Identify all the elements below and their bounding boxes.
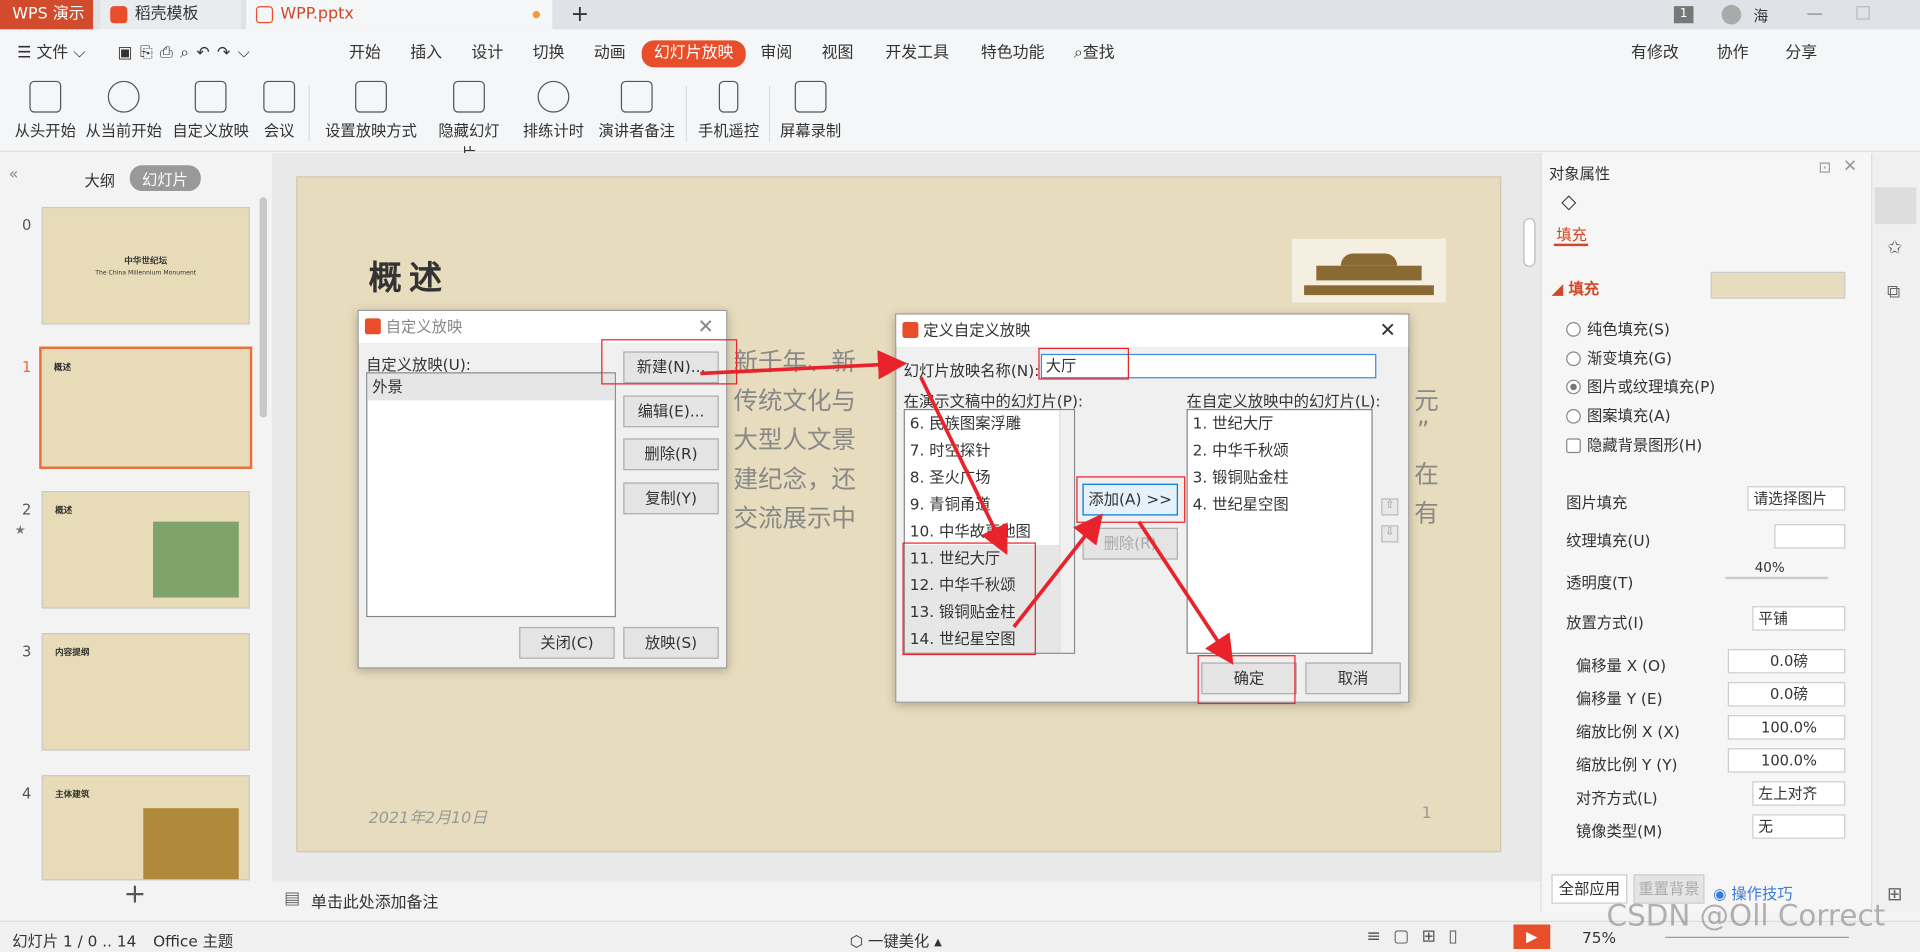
cube-icon: ⬡ (849, 931, 864, 951)
offset-x-input[interactable]: 0.0磅 (1727, 648, 1846, 674)
solid-fill-radio[interactable]: 纯色填充(S) (1566, 316, 1670, 339)
align-dropdown[interactable]: 左上对齐 (1752, 781, 1846, 806)
play-slideshow-button[interactable]: ▶ (1513, 924, 1551, 949)
fill-bucket-icon: ◇ (1561, 189, 1577, 214)
offset-y-label: 偏移量 Y (E) (1575, 689, 1663, 708)
beautify-label: 一键美化 (868, 931, 930, 951)
zoom-slider[interactable] (1665, 936, 1849, 938)
pattern-fill-label: 图案填充(A) (1586, 406, 1671, 425)
fill-section-header[interactable]: ◢ 填充 (1551, 276, 1599, 299)
radio-icon (1566, 408, 1581, 424)
arrow (1012, 513, 1103, 629)
close-icon[interactable]: ✕ (1843, 157, 1857, 177)
magic-icon[interactable]: ✩ (1887, 236, 1902, 258)
offset-y-input[interactable]: 0.0磅 (1727, 682, 1846, 707)
transparency-slider[interactable] (1725, 576, 1829, 580)
slide-count: 幻灯片 1 / 0 .. 14 (12, 931, 137, 951)
view-mode-icons[interactable]: ≡▢⊞▯ (1367, 927, 1470, 947)
pane-title[interactable]: 对象属性 (1549, 160, 1610, 183)
fill-preview-dropdown[interactable] (1710, 271, 1846, 299)
radio-icon (1566, 379, 1581, 395)
theme-name[interactable]: Office 主题 (153, 928, 233, 951)
placement-label: 放置方式(I) (1566, 613, 1644, 632)
picture-fill-dropdown[interactable]: 请选择图片 (1747, 486, 1846, 511)
lock-icon[interactable]: ⊡ (1818, 158, 1831, 176)
mirror-dropdown[interactable]: 无 (1752, 814, 1846, 839)
mirror-label: 镜像类型(M) (1575, 821, 1663, 841)
arrow (700, 350, 908, 380)
transparency-label: 透明度(T) (1566, 573, 1634, 592)
notes-icon: ▤ (284, 888, 301, 909)
notes-area[interactable]: ▤ 单击此处添加备注 (271, 881, 1541, 919)
object-properties-pane: 对象属性 ⊡ ✕ ◇ 填充 ◢ 填充 纯色填充(S) 渐变填充(G) 图片或纹理… (1540, 153, 1872, 913)
radio-icon (1566, 351, 1581, 367)
fill-section-label: 填充 (1568, 279, 1600, 298)
scale-x-input[interactable]: 100.0% (1727, 715, 1846, 740)
checkbox-icon (1566, 438, 1581, 454)
fill-tab[interactable]: 填充 (1556, 222, 1587, 245)
apps-icon[interactable]: ⊞ (1887, 883, 1902, 905)
transform-icon[interactable]: ⧉ (1887, 280, 1900, 302)
radio-icon (1566, 322, 1581, 337)
scale-y-label: 缩放比例 Y (Y) (1575, 755, 1678, 774)
pattern-fill-radio[interactable]: 图案填充(A) (1566, 403, 1671, 426)
gradient-fill-label: 渐变填充(G) (1586, 348, 1672, 368)
side-toolbar: ✩ ⧉ ⊞ (1871, 153, 1920, 913)
notes-placeholder: 单击此处添加备注 (311, 893, 439, 913)
transparency-value: 40% (1754, 559, 1785, 576)
properties-icon[interactable] (1874, 187, 1917, 225)
solid-fill-label: 纯色填充(S) (1586, 319, 1670, 338)
beautify-button[interactable]: ⬡ 一键美化 ▴ (850, 928, 942, 951)
scale-y-input[interactable]: 100.0% (1727, 748, 1846, 773)
texture-dropdown[interactable] (1774, 524, 1846, 549)
picture-fill-radio[interactable]: 图片或纹理填充(P) (1566, 373, 1715, 396)
placement-dropdown[interactable]: 平铺 (1752, 606, 1846, 631)
hide-bg-checkbox[interactable]: 隐藏背景图形(H) (1566, 432, 1702, 455)
offset-x-label: 偏移量 X (O) (1575, 656, 1667, 675)
arrow (919, 376, 1008, 556)
align-label: 对齐方式(L) (1575, 788, 1658, 807)
gradient-fill-radio[interactable]: 渐变填充(G) (1566, 345, 1672, 368)
picture-fill-label: 图片或纹理填充(P) (1586, 377, 1716, 396)
arrow (1137, 520, 1234, 665)
scale-x-label: 缩放比例 X (X) (1575, 722, 1680, 741)
picture-fill-label: 图片填充 (1566, 493, 1628, 512)
watermark: CSDN @Oll Correct (1606, 898, 1886, 934)
fill-tab-underline (1553, 243, 1589, 247)
hide-bg-label: 隐藏背景图形(H) (1586, 435, 1703, 455)
texture-label: 纹理填充(U) (1566, 531, 1651, 550)
